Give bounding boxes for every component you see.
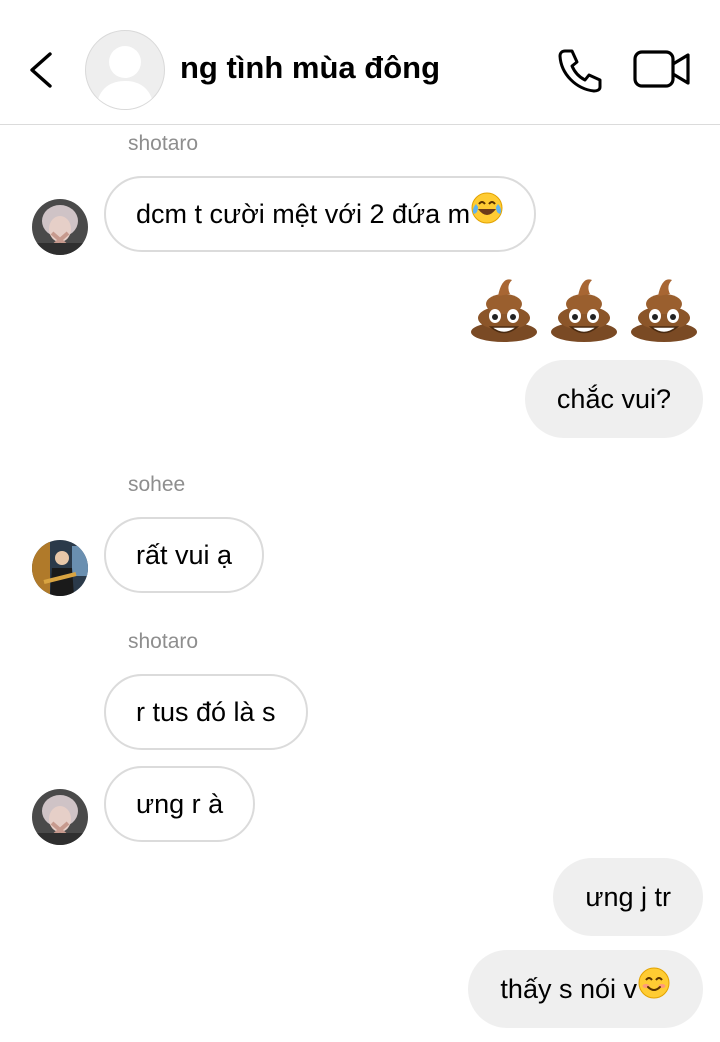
user-photo: [32, 540, 88, 596]
chat-header: ng tình mùa đông: [0, 0, 720, 125]
message-bubble-incoming[interactable]: ưng r à: [104, 766, 256, 842]
emoji-message-outgoing[interactable]: [460, 272, 700, 344]
message-bubble-incoming[interactable]: dcm t cười mệt với 2 đứa m: [104, 176, 537, 252]
pile-of-poo-icon: [468, 272, 540, 344]
back-button[interactable]: [22, 48, 62, 92]
message-text: rất vui ạ: [136, 540, 233, 570]
face-with-tears-of-joy-icon: [470, 180, 504, 252]
message-bubble-incoming[interactable]: rất vui ạ: [104, 517, 265, 593]
sender-name: sohee: [128, 473, 186, 496]
message-text: r tus đó là s: [136, 697, 276, 727]
message-bubble-incoming[interactable]: r tus đó là s: [104, 674, 308, 750]
chat-title[interactable]: ng tình mùa đông: [180, 50, 440, 86]
chevron-left-icon: [30, 52, 52, 88]
message-text: chắc vui?: [556, 384, 671, 414]
message-text: ưng r à: [136, 789, 224, 819]
user-photo: [32, 789, 88, 845]
pile-of-poo-icon: [628, 272, 700, 344]
message-bubble-outgoing[interactable]: chắc vui?: [524, 360, 703, 438]
video-camera-icon: [633, 50, 690, 88]
group-avatar[interactable]: [85, 30, 165, 110]
sender-avatar[interactable]: [32, 199, 88, 255]
phone-icon: [558, 49, 602, 93]
default-avatar-icon: [96, 46, 154, 109]
message-bubble-outgoing[interactable]: thấy s nói v: [468, 950, 703, 1028]
message-bubble-outgoing[interactable]: ưng j tr: [553, 858, 703, 936]
sender-name: shotaro: [128, 132, 199, 155]
sender-name: shotaro: [128, 630, 199, 653]
sender-avatar[interactable]: [32, 540, 88, 596]
pile-of-poo-icon: [548, 272, 620, 344]
smiling-face-with-smiling-eyes-icon: [637, 952, 671, 1030]
user-photo: [32, 199, 88, 255]
call-button[interactable]: [556, 47, 604, 93]
video-call-button[interactable]: [633, 49, 691, 89]
message-text: dcm t cười mệt với 2 đứa m: [136, 199, 471, 229]
sender-avatar[interactable]: [32, 789, 88, 845]
message-text: ưng j tr: [585, 882, 671, 912]
message-text: thấy s nói v: [500, 974, 637, 1004]
